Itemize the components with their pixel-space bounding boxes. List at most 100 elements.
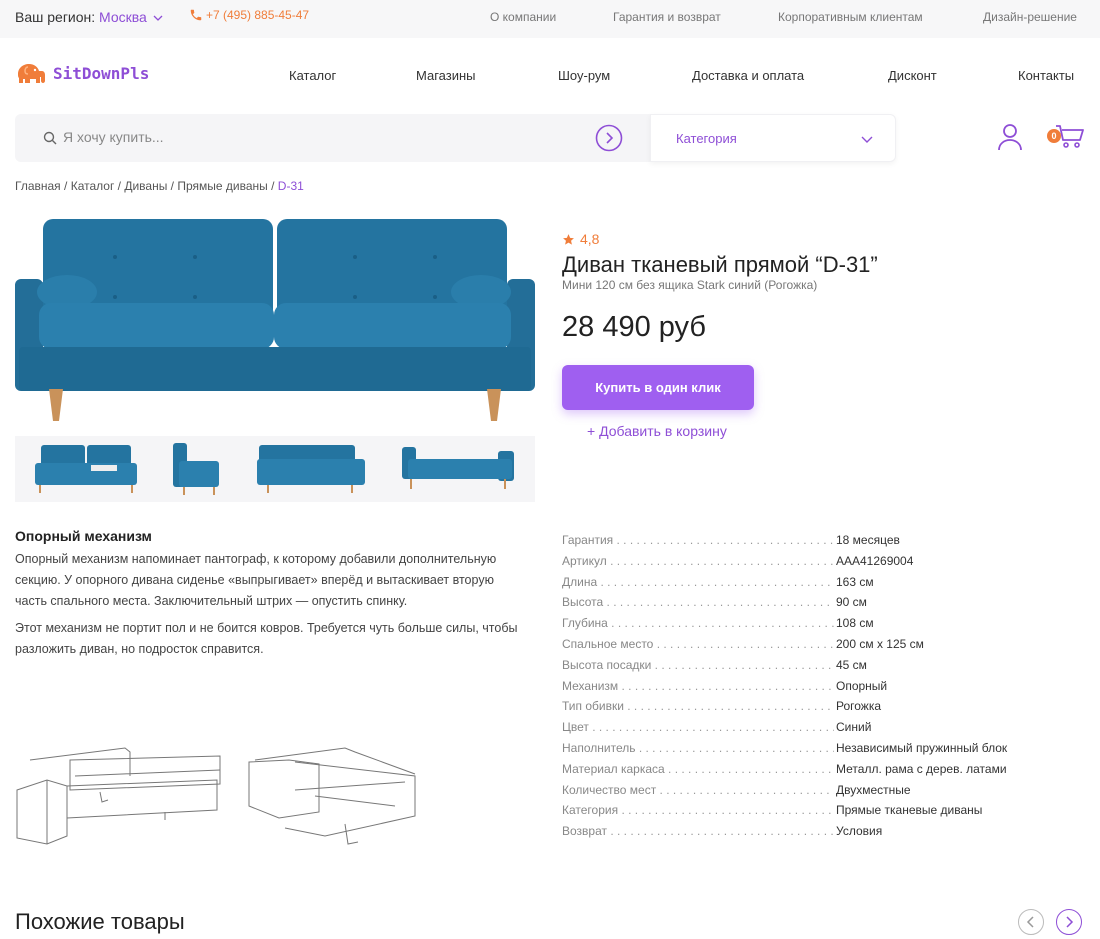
star-icon xyxy=(563,233,574,245)
search-icon xyxy=(43,131,57,145)
spec-value: Двухместные xyxy=(836,782,911,797)
chevron-down-icon xyxy=(861,136,873,143)
nav-contacts[interactable]: Контакты xyxy=(1018,68,1074,83)
spec-row: АртикулAAA41269004 xyxy=(562,551,1082,572)
chevron-right-icon xyxy=(1066,916,1074,928)
spec-row: Спальное место200 см х 125 см xyxy=(562,634,1082,655)
region-selector[interactable]: Ваш регион: Москва xyxy=(15,9,163,25)
mechanism-scheme-images xyxy=(16,747,416,845)
spec-row: Высота посадки45 см xyxy=(562,655,1082,676)
toplink-corporate[interactable]: Корпоративным клиентам xyxy=(778,10,923,24)
spec-value: 45 см xyxy=(836,657,867,672)
crumb-catalog[interactable]: Каталог xyxy=(71,179,115,193)
product-price: 28 490 руб xyxy=(562,311,706,343)
product-rating: 4,8 xyxy=(562,231,599,247)
spec-value: Синий xyxy=(836,720,872,735)
user-icon[interactable] xyxy=(997,123,1023,151)
spec-key: Наполнитель xyxy=(562,741,834,755)
buy-one-click-button[interactable]: Купить в один клик xyxy=(562,365,754,410)
spec-key: Цвет xyxy=(562,720,834,734)
spec-row: Глубина108 см xyxy=(562,613,1082,634)
product-subtitle: Мини 120 см без ящика Stark синий (Рогож… xyxy=(562,278,818,292)
spec-key: Высота xyxy=(562,595,834,609)
spec-value: Опорный xyxy=(836,678,888,693)
spec-row: Высота90 см xyxy=(562,592,1082,613)
spec-key: Количество мест xyxy=(562,783,834,797)
toplink-warranty[interactable]: Гарантия и возврат xyxy=(613,10,721,24)
spec-value: 200 см х 125 см xyxy=(836,636,924,651)
spec-key: Гарантия xyxy=(562,533,834,547)
chevron-down-icon xyxy=(153,15,163,21)
crumb-home[interactable]: Главная xyxy=(15,179,61,193)
spec-row: КатегорияПрямые тканевые диваны xyxy=(562,800,1082,821)
spec-value: 108 см xyxy=(836,616,874,631)
spec-key: Длина xyxy=(562,575,834,589)
specs-list: Гарантия18 месяцевАртикулAAA41269004Длин… xyxy=(562,530,1082,842)
search-bar xyxy=(15,114,650,162)
spec-key: Механизм xyxy=(562,679,834,693)
spec-key: Высота посадки xyxy=(562,658,834,672)
spec-value[interactable]: Условия xyxy=(836,824,882,838)
product-main-image[interactable] xyxy=(15,217,535,427)
cart-button[interactable]: 0 xyxy=(1045,124,1085,152)
crumb-current: D-31 xyxy=(277,179,304,193)
spec-key: Спальное место xyxy=(562,637,834,651)
spec-value: Независимый пружинный блок xyxy=(836,740,1008,755)
spec-key: Глубина xyxy=(562,616,834,630)
rating-value: 4,8 xyxy=(580,231,600,247)
spec-row: НаполнительНезависимый пружинный блок xyxy=(562,738,1082,759)
spec-value: AAA41269004 xyxy=(836,553,914,568)
carousel-next-button[interactable] xyxy=(1056,909,1082,935)
search-input[interactable] xyxy=(63,129,563,145)
mechanism-description: Опорный механизм напоминает пантограф, к… xyxy=(15,552,497,608)
phone-icon xyxy=(190,9,202,21)
spec-key: Категория xyxy=(562,803,834,817)
spec-row: ВозвратУсловия xyxy=(562,821,1082,842)
region-label: Ваш регион: xyxy=(15,9,96,25)
nav-stores[interactable]: Магазины xyxy=(416,68,476,83)
spec-value: Рогожка xyxy=(836,699,882,714)
spec-row: Количество местДвухместные xyxy=(562,780,1082,801)
phone-number: +7 (495) 885-45-47 xyxy=(206,8,310,22)
nav-discount[interactable]: Дисконт xyxy=(888,68,937,83)
mechanism-title: Опорный механизм xyxy=(15,528,152,544)
toplink-about[interactable]: О компании xyxy=(490,10,556,24)
crumb-straight-sofas[interactable]: Прямые диваны xyxy=(177,179,267,193)
breadcrumb: Главная / Каталог / Диваны / Прямые дива… xyxy=(15,179,304,193)
spec-row: Гарантия18 месяцев xyxy=(562,530,1082,551)
thumbnail-1[interactable] xyxy=(33,441,143,497)
spec-row: Тип обивкиРогожка xyxy=(562,696,1082,717)
nav-delivery[interactable]: Доставка и оплата xyxy=(692,68,804,83)
add-to-cart-link[interactable]: + Добавить в корзину xyxy=(587,423,727,439)
search-submit-icon[interactable] xyxy=(595,124,623,152)
cart-count-badge: 0 xyxy=(1047,129,1061,143)
thumbnail-3[interactable] xyxy=(255,441,369,497)
spec-row: ЦветСиний xyxy=(562,717,1082,738)
spec-row: МеханизмОпорный xyxy=(562,676,1082,697)
main-nav: Каталог Магазины Шоу-рум Доставка и опла… xyxy=(0,68,1100,88)
mechanism-note: Этот механизм не портит пол и не боится … xyxy=(15,621,518,656)
thumbnail-2[interactable] xyxy=(167,441,227,497)
toplink-design[interactable]: Дизайн-решение xyxy=(983,10,1077,24)
thumbnail-4[interactable] xyxy=(398,441,518,497)
spec-value: 163 см xyxy=(836,574,874,589)
region-city[interactable]: Москва xyxy=(99,9,147,25)
category-select[interactable]: Категория xyxy=(650,114,896,162)
nav-showroom[interactable]: Шоу-рум xyxy=(558,68,610,83)
carousel-prev-button[interactable] xyxy=(1018,909,1044,935)
top-bar: Ваш регион: Москва +7 (495) 885-45-47 О … xyxy=(0,0,1100,38)
spec-key: Возврат xyxy=(562,824,834,838)
crumb-sofas[interactable]: Диваны xyxy=(124,179,167,193)
nav-catalog[interactable]: Каталог xyxy=(289,68,336,83)
spec-key: Тип обивки xyxy=(562,699,834,713)
similar-products-title: Похожие товары xyxy=(15,909,185,934)
spec-value: Прямые тканевые диваны xyxy=(836,803,983,818)
product-title: Диван тканевый прямой “D-31” xyxy=(562,252,878,277)
spec-value: Металл. рама с дерев. латами xyxy=(836,761,1007,776)
phone-link[interactable]: +7 (495) 885-45-47 xyxy=(189,8,309,22)
chevron-left-icon xyxy=(1026,916,1034,928)
spec-key: Артикул xyxy=(562,554,834,568)
spec-value: 18 месяцев xyxy=(836,533,900,547)
thumbnail-strip xyxy=(15,436,535,502)
spec-value: 90 см xyxy=(836,595,867,610)
